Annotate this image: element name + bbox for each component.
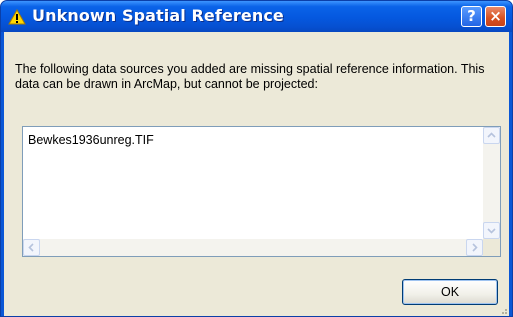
arrow-down-icon <box>487 228 496 234</box>
message-text: The following data sources you added are… <box>15 62 485 91</box>
dialog-title: Unknown Spatial Reference <box>32 6 284 25</box>
scroll-up-button[interactable] <box>483 127 500 144</box>
scroll-down-button[interactable] <box>483 222 500 239</box>
data-sources-list[interactable]: Bewkes1936unreg.TIF <box>22 126 501 257</box>
close-button[interactable]: × <box>485 6 506 27</box>
ok-button[interactable]: OK <box>402 279 498 305</box>
scroll-right-button[interactable] <box>466 239 483 256</box>
dialog-window: Unknown Spatial Reference ? × The follow… <box>0 0 513 317</box>
list-item[interactable]: Bewkes1936unreg.TIF <box>28 133 154 147</box>
scroll-left-button[interactable] <box>23 239 40 256</box>
horizontal-scrollbar[interactable] <box>23 239 483 256</box>
scrollbar-corner <box>483 239 500 256</box>
title-bar[interactable]: Unknown Spatial Reference ? × <box>1 1 512 32</box>
vertical-scrollbar[interactable] <box>483 127 500 239</box>
help-button[interactable]: ? <box>461 6 482 27</box>
dialog-body: The following data sources you added are… <box>4 32 509 316</box>
warning-icon <box>8 9 26 25</box>
arrow-right-icon <box>472 243 478 252</box>
arrow-left-icon <box>28 243 34 252</box>
resize-grip-icon[interactable] <box>496 303 508 315</box>
arrow-up-icon <box>487 132 496 138</box>
